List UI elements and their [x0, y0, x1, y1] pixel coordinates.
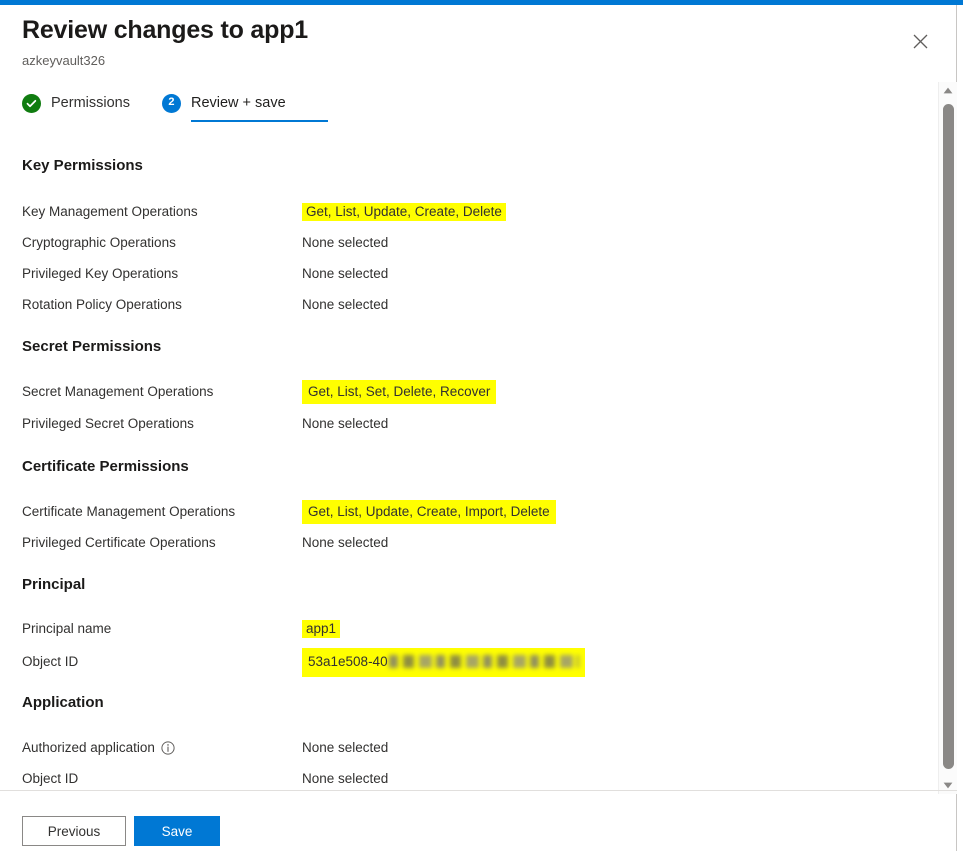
blade-footer: Previous Save [22, 816, 220, 846]
row-value: app1 [302, 618, 341, 640]
row-value: Get, List, Update, Create, Import, Delet… [302, 500, 556, 524]
row-privileged-key-operations: Privileged Key Operations None selected [0, 263, 930, 287]
row-privileged-certificate-operations: Privileged Certificate Operations None s… [0, 532, 930, 556]
row-value: Get, List, Set, Delete, Recover [302, 380, 497, 404]
object-id-visible-prefix: 53a1e508-40 [308, 654, 388, 669]
step-number-badge: 2 [161, 93, 181, 113]
redacted-object-id-blur [388, 655, 579, 668]
row-privileged-secret-operations: Privileged Secret Operations None select… [0, 413, 930, 437]
highlighted-value: Get, List, Update, Create, Import, Delet… [302, 500, 556, 524]
row-rotation-policy-operations: Rotation Policy Operations None selected [0, 294, 930, 318]
close-icon [913, 34, 928, 49]
highlighted-value: Get, List, Set, Delete, Recover [302, 380, 497, 404]
section-title-application: Application [22, 694, 104, 711]
section-title-certificate-permissions: Certificate Permissions [22, 458, 189, 475]
check-circle-icon [22, 93, 41, 113]
save-button[interactable]: Save [134, 816, 220, 846]
highlighted-value: app1 [302, 620, 341, 638]
row-label: Object ID [22, 654, 79, 669]
row-label: Privileged Secret Operations [22, 416, 194, 431]
chevron-down-icon [943, 782, 953, 789]
tab-review-save[interactable]: 2 Review + save [161, 84, 328, 122]
row-value-redacted: 53a1e508-40 [302, 648, 585, 677]
row-authorized-application: Authorized application None selected [0, 737, 930, 761]
vault-name-subtitle: azkeyvault326 [22, 53, 106, 68]
row-certificate-management-operations: Certificate Management Operations Get, L… [0, 500, 930, 525]
row-principal-object-id: Object ID 53a1e508-40 [0, 648, 930, 677]
row-label: Privileged Certificate Operations [22, 535, 216, 550]
highlighted-value: Get, List, Update, Create, Delete [302, 203, 506, 221]
row-value: None selected [302, 235, 389, 250]
scroll-up-button[interactable] [939, 82, 957, 99]
row-label-text: Authorized application [22, 740, 155, 755]
row-value: None selected [302, 416, 389, 431]
chevron-up-icon [943, 87, 953, 94]
review-content-scroll-region[interactable]: Key Permissions Key Management Operation… [0, 126, 957, 790]
page-title: Review changes to app1 [22, 16, 308, 44]
review-changes-blade: Review changes to app1 azkeyvault326 Per… [0, 5, 957, 851]
tab-permissions-label: Permissions [51, 95, 130, 111]
close-button[interactable] [901, 22, 939, 60]
tab-permissions[interactable]: Permissions [22, 84, 130, 122]
row-label: Secret Management Operations [22, 384, 214, 399]
row-application-object-id: Object ID None selected [0, 768, 930, 790]
row-label: Principal name [22, 621, 112, 636]
scroll-down-button[interactable] [939, 777, 957, 794]
row-value: None selected [302, 740, 389, 755]
row-key-management-operations: Key Management Operations Get, List, Upd… [0, 201, 930, 225]
previous-button[interactable]: Previous [22, 816, 126, 846]
active-tab-underline [190, 120, 328, 122]
tab-review-save-label: Review + save [190, 95, 286, 111]
row-label: Privileged Key Operations [22, 266, 179, 281]
row-cryptographic-operations: Cryptographic Operations None selected [0, 232, 930, 256]
footer-divider [0, 790, 957, 791]
wizard-tabs: Permissions 2 Review + save [22, 84, 328, 125]
row-label: Certificate Management Operations [22, 504, 236, 519]
row-value: None selected [302, 771, 389, 786]
section-title-principal: Principal [22, 576, 86, 593]
row-value: None selected [302, 535, 389, 550]
row-label: Cryptographic Operations [22, 235, 176, 250]
row-secret-management-operations: Secret Management Operations Get, List, … [0, 380, 930, 405]
row-value: None selected [302, 266, 389, 281]
section-title-secret-permissions: Secret Permissions [22, 338, 162, 355]
row-principal-name: Principal name app1 [0, 618, 930, 642]
row-value: None selected [302, 297, 389, 312]
row-value: Get, List, Update, Create, Delete [302, 201, 506, 223]
scrollbar-thumb[interactable] [943, 104, 954, 769]
section-title-key-permissions: Key Permissions [22, 157, 143, 174]
row-label: Object ID [22, 771, 79, 786]
info-icon[interactable] [161, 741, 175, 755]
vertical-scrollbar[interactable] [938, 82, 957, 794]
row-label: Rotation Policy Operations [22, 297, 182, 312]
row-label: Authorized application [22, 737, 175, 759]
row-label: Key Management Operations [22, 204, 198, 219]
